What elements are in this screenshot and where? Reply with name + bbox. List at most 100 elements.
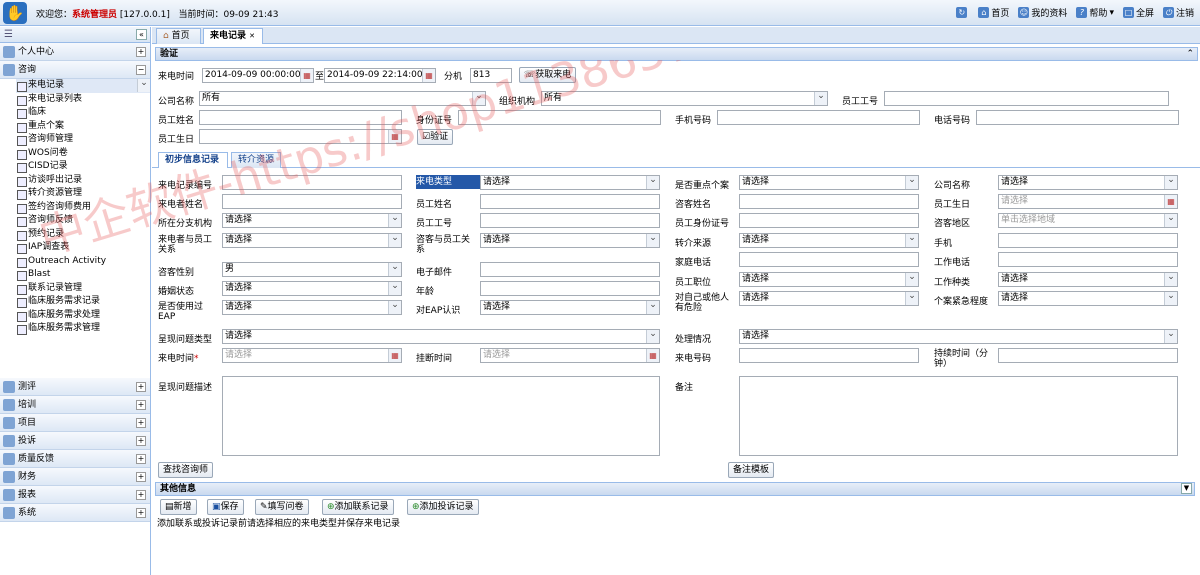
emp-no-input-2[interactable] xyxy=(480,213,660,228)
caller-name-input[interactable] xyxy=(222,194,402,209)
sidebar-item[interactable]: WOS问卷 xyxy=(16,147,150,161)
emp-no-input[interactable] xyxy=(884,91,1169,106)
call-number-input[interactable] xyxy=(739,348,919,363)
tab-home[interactable]: ⌂ 首页 xyxy=(156,28,201,44)
sidebar-item[interactable]: 预约记录 xyxy=(16,228,150,242)
expand-icon[interactable]: + xyxy=(136,490,146,500)
remark-textarea[interactable] xyxy=(739,376,1178,456)
close-icon[interactable]: ✕ xyxy=(249,32,255,40)
tab-transfer-resource[interactable]: 转介资源 xyxy=(231,152,281,168)
email-input[interactable] xyxy=(480,262,660,277)
visitor-area-select[interactable]: 单击选择地域 xyxy=(998,213,1178,228)
sidebar-item[interactable]: 来电记录列表 xyxy=(16,93,150,107)
company-select-2[interactable]: 请选择 xyxy=(998,175,1178,190)
handling-select[interactable]: 请选择 xyxy=(739,329,1178,344)
accordion-training[interactable]: 培训 + xyxy=(0,396,150,414)
issue-desc-textarea[interactable] xyxy=(222,376,660,456)
emp-position-select[interactable]: 请选择 xyxy=(739,272,919,287)
visitor-name-input[interactable] xyxy=(739,194,919,209)
accordion-project[interactable]: 项目 + xyxy=(0,414,150,432)
sidebar-item[interactable]: 重点个案 xyxy=(16,120,150,134)
org-select[interactable]: 所有 xyxy=(541,91,828,106)
sidebar-item[interactable]: IAP调查表 xyxy=(16,241,150,255)
sidebar-item[interactable]: 临床服务需求管理 xyxy=(16,322,150,336)
collapse-up-icon[interactable]: ⌃ xyxy=(1186,48,1194,60)
call-no-input[interactable] xyxy=(222,175,402,190)
company-select[interactable]: 所有 xyxy=(199,91,486,106)
key-case-select[interactable]: 请选择 xyxy=(739,175,919,190)
job-type-select[interactable]: 请选择 xyxy=(998,272,1178,287)
issue-type-select[interactable]: 请选择 xyxy=(222,329,660,344)
verify-button[interactable]: ☑验证 xyxy=(417,129,454,145)
home-link[interactable]: ⌂ 首页 xyxy=(978,6,1009,19)
sidebar-item[interactable]: 咨询师管理 xyxy=(16,133,150,147)
id-no-input[interactable] xyxy=(458,110,661,125)
collapse-sidebar-button[interactable]: « xyxy=(136,29,147,40)
caller-rel-select[interactable]: 请选择 xyxy=(222,233,402,248)
emp-name-input[interactable] xyxy=(199,110,402,125)
expand-icon[interactable]: + xyxy=(136,436,146,446)
logout-button[interactable]: ⏻ 注销 xyxy=(1162,6,1194,19)
accordion-assessment[interactable]: 测评 + xyxy=(0,378,150,396)
expand-icon[interactable]: + xyxy=(136,418,146,428)
tab-call-record[interactable]: 来电记录 ✕ xyxy=(203,28,263,44)
call-type-select[interactable]: 请选择 xyxy=(480,175,660,190)
referral-select[interactable]: 请选择 xyxy=(739,233,919,248)
mobile-input[interactable] xyxy=(717,110,920,125)
accordion-report[interactable]: 报表 + xyxy=(0,486,150,504)
urgency-select[interactable]: 请选择 xyxy=(998,291,1178,306)
sidebar-item[interactable]: 联系记录管理 xyxy=(16,282,150,296)
danger-select[interactable]: 请选择 xyxy=(739,291,919,306)
tab-initial-info[interactable]: 初步信息记录 xyxy=(158,152,228,168)
emp-birthday-input[interactable]: 请选择 xyxy=(998,194,1178,209)
my-profile-link[interactable]: ☺ 我的资料 xyxy=(1018,6,1067,19)
phone-input[interactable] xyxy=(976,110,1179,125)
expand-icon[interactable]: + xyxy=(136,508,146,518)
branch-select[interactable]: 请选择 xyxy=(222,213,402,228)
sidebar-item[interactable]: CISD记录 xyxy=(16,160,150,174)
expand-icon[interactable]: + xyxy=(136,382,146,392)
save-button[interactable]: ▣保存 xyxy=(207,499,244,515)
age-input[interactable] xyxy=(480,281,660,296)
sidebar-item[interactable]: 临床服务需求处理 xyxy=(16,309,150,323)
accordion-finance[interactable]: 财务 + xyxy=(0,468,150,486)
add-contact-record-button[interactable]: ⊕添加联系记录 xyxy=(322,499,394,515)
help-menu[interactable]: ? 帮助 ▾ xyxy=(1076,6,1114,19)
extension-input[interactable]: 813 xyxy=(470,68,512,83)
sidebar-item[interactable]: 咨询师反馈 xyxy=(16,214,150,228)
sidebar-item[interactable]: 签约咨询师费用 xyxy=(16,201,150,215)
emp-name-input-2[interactable] xyxy=(480,194,660,209)
call-time-from-input[interactable]: 2014-09-09 00:00:00 xyxy=(202,68,314,83)
expand-icon[interactable]: + xyxy=(136,400,146,410)
used-eap-select[interactable]: 请选择 xyxy=(222,300,402,315)
call-time-to-input[interactable]: 2014-09-09 22:14:00 xyxy=(324,68,436,83)
marital-select[interactable]: 请选择 xyxy=(222,281,402,296)
add-complaint-record-button[interactable]: ⊕添加投诉记录 xyxy=(407,499,479,515)
fill-questionnaire-button[interactable]: ✎填写问卷 xyxy=(255,499,309,515)
duration-input[interactable] xyxy=(998,348,1178,363)
mobile-input-2[interactable] xyxy=(998,233,1178,248)
home-phone-input[interactable] xyxy=(739,252,919,267)
work-phone-input[interactable] xyxy=(998,252,1178,267)
eap-know-select[interactable]: 请选择 xyxy=(480,300,660,315)
expand-icon[interactable]: + xyxy=(136,47,146,57)
find-counselor-button[interactable]: 查找咨询师 xyxy=(158,462,214,478)
expand-icon[interactable]: + xyxy=(136,454,146,464)
collapse-icon[interactable]: − xyxy=(136,65,146,75)
sidebar-item[interactable]: 来电记录 xyxy=(16,79,150,93)
accordion-consult[interactable]: 咨询 − xyxy=(0,61,150,79)
sidebar-item[interactable]: 临床服务需求记录 xyxy=(16,295,150,309)
expand-icon[interactable]: + xyxy=(136,472,146,482)
add-button[interactable]: ▤新增 xyxy=(160,499,197,515)
accordion-complaint[interactable]: 投诉 + xyxy=(0,432,150,450)
remark-template-button[interactable]: 备注模板 xyxy=(728,462,775,478)
refresh-button[interactable]: ↻ xyxy=(956,6,969,19)
fullscreen-button[interactable]: □ 全屏 xyxy=(1122,6,1154,19)
emp-id-input[interactable] xyxy=(739,213,919,228)
sidebar-item[interactable]: 转介资源管理 xyxy=(16,187,150,201)
sidebar-item[interactable]: Blast xyxy=(16,268,150,282)
fetch-call-button[interactable]: ☏获取来电 xyxy=(519,67,577,83)
accordion-system[interactable]: 系统 + xyxy=(0,504,150,522)
sidebar-item[interactable]: Outreach Activity xyxy=(16,255,150,269)
birthday-input[interactable] xyxy=(199,129,402,144)
